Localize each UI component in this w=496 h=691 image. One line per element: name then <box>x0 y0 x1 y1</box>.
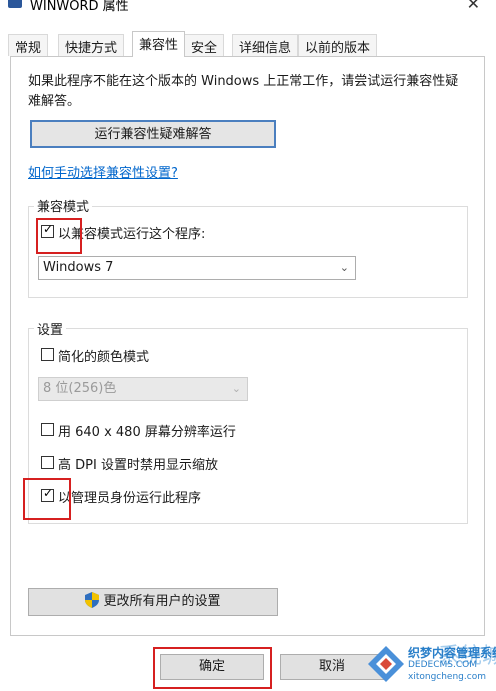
intro-text: 如果此程序不能在这个版本的 Windows 上正常工作，请尝试运行兼容性疑难解答… <box>28 74 459 109</box>
change-all-users-button[interactable]: 更改所有用户的设置 <box>28 588 278 616</box>
ok-highlight-box <box>153 647 272 689</box>
high-dpi-checkbox[interactable] <box>41 456 54 469</box>
run-troubleshooter-button[interactable]: 运行兼容性疑难解答 <box>30 120 276 148</box>
window-title: WINWORD 属性 <box>30 0 129 14</box>
word-app-icon <box>8 0 22 8</box>
res-640-checkbox[interactable] <box>41 423 54 436</box>
tab-shortcut[interactable]: 快捷方式 <box>58 34 125 56</box>
tab-details[interactable]: 详细信息 <box>232 34 299 56</box>
tab-previous-versions[interactable]: 以前的版本 <box>298 34 378 56</box>
tab-compatibility[interactable]: 兼容性 <box>132 31 186 57</box>
compat-highlight-box <box>36 218 82 254</box>
tab-general[interactable]: 常规 <box>8 34 49 56</box>
admin-highlight-box <box>23 478 71 520</box>
chevron-down-icon: ⌄ <box>339 261 349 274</box>
color-mode-select: 8 位(256)色 ⌄ <box>38 377 248 401</box>
run-as-admin-label: 以管理员身份运行此程序 <box>58 491 202 506</box>
chevron-down-icon: ⌄ <box>231 382 241 395</box>
tab-strip: 常规 快捷方式 兼容性 安全 详细信息 以前的版本 <box>8 31 488 57</box>
reduced-color-label: 简化的颜色模式 <box>58 350 150 365</box>
os-select-value: Windows 7 <box>43 260 114 275</box>
manual-settings-link[interactable]: 如何手动选择兼容性设置? <box>28 162 178 181</box>
title-bar: WINWORD 属性 ✕ <box>0 0 496 28</box>
color-mode-value: 8 位(256)色 <box>43 381 117 396</box>
watermark-main-text: 织梦内容管理系统 <box>408 646 496 660</box>
close-icon[interactable]: ✕ <box>467 0 480 13</box>
watermark-sub-text-1: DEDECMS.COM <box>408 660 477 670</box>
os-select[interactable]: Windows 7 ⌄ <box>38 256 356 280</box>
uac-shield-icon <box>85 592 100 608</box>
high-dpi-label: 高 DPI 设置时禁用显示缩放 <box>58 458 218 473</box>
watermark-logo-icon <box>368 646 404 682</box>
settings-label: 设置 <box>34 319 67 338</box>
watermark-sub-text-2: xitongcheng.com <box>408 672 486 682</box>
tab-security[interactable]: 安全 <box>184 34 225 56</box>
compat-mode-group <box>28 206 468 298</box>
res-640-label: 用 640 x 480 屏幕分辨率运行 <box>58 425 236 440</box>
change-all-users-label: 更改所有用户的设置 <box>103 594 221 609</box>
site-watermark: 系统城 织梦内容管理系统 DEDECMS.COM xitongcheng.com <box>366 640 496 691</box>
compat-mode-label: 兼容模式 <box>34 196 93 215</box>
reduced-color-checkbox[interactable] <box>41 348 54 361</box>
